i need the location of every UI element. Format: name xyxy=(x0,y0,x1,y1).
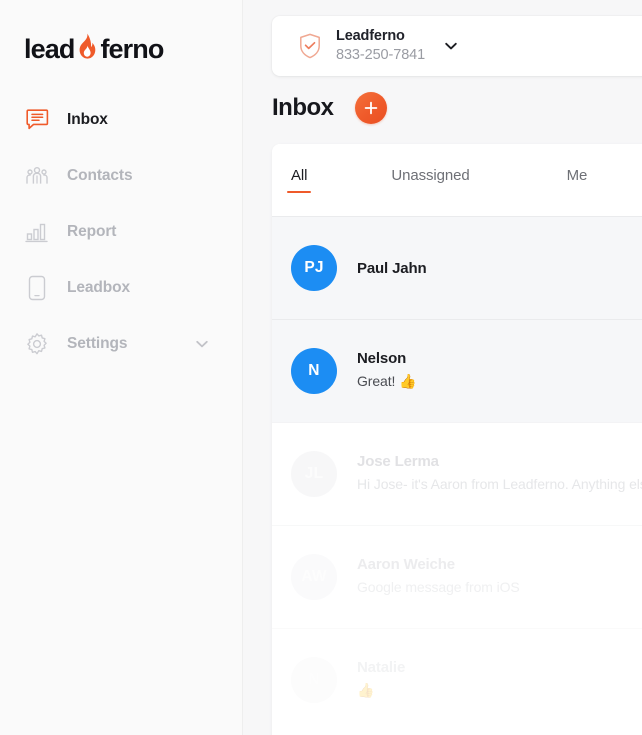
conversation-list-panel: All Unassigned Me PJ Paul Jahn 08/01/22 … xyxy=(272,144,642,735)
app-logo[interactable]: lead ferno xyxy=(0,0,242,70)
contact-name: Paul Jahn xyxy=(357,259,427,277)
sidebar-item-label: Settings xyxy=(67,335,128,352)
message-preview: Great! 👍 xyxy=(357,373,417,390)
sidebar-item-label: Leadbox xyxy=(67,279,131,296)
bar-chart-icon xyxy=(24,219,50,245)
conversation-body: Natalie 👍 xyxy=(357,659,642,700)
flame-icon xyxy=(75,33,99,65)
account-meta: Leadferno 833-250-7841 xyxy=(336,28,425,63)
conversation-body: Nelson Great! 👍 xyxy=(357,350,642,391)
sidebar-item-inbox[interactable]: Inbox xyxy=(0,92,242,148)
sidebar-item-leadbox[interactable]: Leadbox xyxy=(0,260,242,316)
chat-bubble-icon xyxy=(24,107,50,133)
contact-name: Nelson xyxy=(357,350,407,368)
shield-check-icon xyxy=(298,33,322,59)
app-root: lead ferno Inbox Contacts Report Leadbox… xyxy=(0,0,642,735)
conversation-row-nelson[interactable]: N Nelson Great! 👍 07/18/22 xyxy=(272,319,642,422)
chevron-down-icon[interactable] xyxy=(443,38,459,54)
contact-name: Aaron Weiche xyxy=(357,556,455,574)
conversation-list: PJ Paul Jahn 08/01/22 N Nelson Great! 👍 … xyxy=(272,216,642,731)
conversation-row-natalie[interactable]: N Natalie 👍 09/12/22 xyxy=(272,628,642,731)
account-selector[interactable]: Leadferno 833-250-7841 xyxy=(272,16,642,76)
message-preview: 👍 xyxy=(357,682,375,699)
conversation-row-aaron-weiche[interactable]: AW Aaron Weiche Google message from iOS … xyxy=(272,525,642,628)
people-icon xyxy=(24,163,50,189)
sidebar-item-label: Report xyxy=(67,223,117,240)
conversation-body: Jose Lerma Hi Jose- it's Aaron from Lead… xyxy=(357,453,642,494)
main-content: Leadferno 833-250-7841 Inbox All Unassig… xyxy=(243,0,642,735)
message-preview: Google message from iOS xyxy=(357,579,520,596)
page-title-row: Inbox xyxy=(272,92,387,124)
logo-text-ferno: ferno xyxy=(100,33,164,64)
contact-name: Natalie xyxy=(357,659,406,677)
page-title: Inbox xyxy=(272,94,334,121)
tab-me[interactable]: Me xyxy=(563,167,592,193)
plus-icon xyxy=(364,101,377,115)
sidebar-item-label: Contacts xyxy=(67,167,133,184)
sidebar-item-report[interactable]: Report xyxy=(0,204,242,260)
gear-icon xyxy=(24,331,50,357)
inbox-tabs: All Unassigned Me xyxy=(272,144,642,216)
add-conversation-button[interactable] xyxy=(354,92,387,124)
sidebar-item-settings[interactable]: Settings xyxy=(0,316,242,372)
sidebar-item-label: Inbox xyxy=(67,111,108,128)
avatar: N xyxy=(291,348,337,394)
tab-all[interactable]: All xyxy=(287,167,312,193)
sidebar-nav: Inbox Contacts Report Leadbox Settings xyxy=(0,92,242,372)
conversation-row-paul-jahn[interactable]: PJ Paul Jahn 08/01/22 xyxy=(272,216,642,319)
sidebar: lead ferno Inbox Contacts Report Leadbox… xyxy=(0,0,243,735)
tab-unassigned[interactable]: Unassigned xyxy=(387,167,473,193)
mobile-icon xyxy=(24,275,50,301)
conversation-body: Paul Jahn xyxy=(357,260,642,277)
avatar: AW xyxy=(291,554,337,600)
logo-text-lead: lead xyxy=(24,33,75,64)
conversation-row-jose-lerma[interactable]: JL Jose Lerma Hi Jose- it's Aaron from L… xyxy=(272,422,642,525)
avatar: PJ xyxy=(291,245,337,291)
sidebar-item-contacts[interactable]: Contacts xyxy=(0,148,242,204)
message-preview: Hi Jose- it's Aaron from Leadferno. Anyt… xyxy=(357,476,642,493)
account-phone: 833-250-7841 xyxy=(336,47,426,63)
avatar: JL xyxy=(291,451,337,497)
account-name: Leadferno xyxy=(336,28,405,45)
avatar: N xyxy=(291,657,337,703)
chevron-down-icon[interactable] xyxy=(194,336,210,352)
contact-name: Jose Lerma xyxy=(357,453,439,471)
conversation-body: Aaron Weiche Google message from iOS xyxy=(357,556,642,597)
